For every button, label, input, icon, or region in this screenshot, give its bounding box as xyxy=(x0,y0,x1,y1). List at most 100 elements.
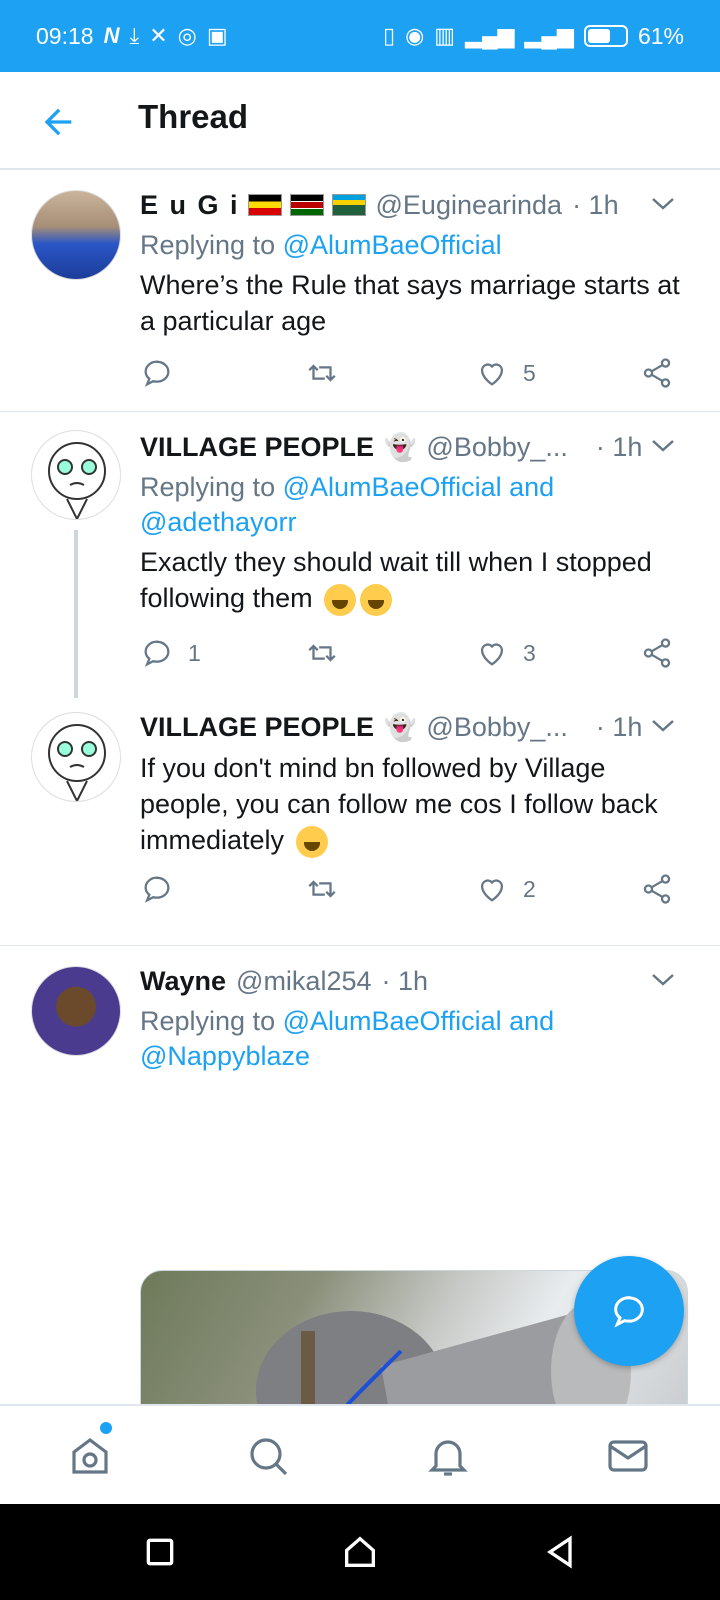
thread-feed[interactable]: E u G i @Euginearinda · 1h Replying to @… xyxy=(0,172,720,1404)
compose-reply-icon xyxy=(614,1296,644,1328)
share-action[interactable] xyxy=(640,872,674,906)
author-name[interactable]: E u G i xyxy=(140,188,240,222)
author-handle[interactable]: @Euginearinda xyxy=(376,188,563,222)
ghost-icon: 👻 xyxy=(384,432,417,462)
hotspot-icon: ◉ xyxy=(405,23,425,48)
author-handle[interactable]: @Bobby_... xyxy=(426,430,568,464)
retweet-action[interactable] xyxy=(305,356,339,390)
tweet-meta: Wayne @mikal254 · 1h xyxy=(140,964,684,998)
author-handle[interactable]: @Bobby_... xyxy=(426,710,568,744)
replying-to: Replying to @AlumBaeOfficial xyxy=(140,228,684,263)
bottom-nav xyxy=(0,1404,720,1504)
sweat-smile-emoji-icon xyxy=(324,583,357,616)
rwanda-flag xyxy=(331,194,366,216)
retweet-action[interactable] xyxy=(305,636,339,670)
reply-count: 1 xyxy=(188,639,201,666)
signal-icon: ▂▄▆ xyxy=(465,23,515,48)
circle-icon: ◎ xyxy=(177,23,197,48)
recents-icon[interactable] xyxy=(140,1532,180,1572)
chevron-down-icon[interactable] xyxy=(650,972,676,988)
like-count: 3 xyxy=(523,639,536,666)
tweet-text: Where’s the Rule that says marriage star… xyxy=(140,270,680,336)
chevron-down-icon[interactable] xyxy=(650,718,676,734)
share-icon xyxy=(643,874,671,904)
home-notification-dot xyxy=(100,1422,112,1434)
author-name[interactable]: VILLAGE PEOPLE xyxy=(140,710,374,744)
search-icon[interactable] xyxy=(244,1432,292,1480)
like-icon xyxy=(480,879,504,902)
like-action[interactable]: 5 xyxy=(475,356,536,390)
author-name[interactable]: Wayne xyxy=(140,964,226,998)
replying-to: Replying to @AlumBaeOfficial and @adetha… xyxy=(140,470,684,540)
reply-icon xyxy=(144,640,170,667)
status-left: 09:18 N ⤓ ✕ ◎ ▣ xyxy=(36,23,228,50)
notifications-icon[interactable] xyxy=(424,1432,472,1480)
retweet-icon xyxy=(308,364,336,382)
meme-face-icon xyxy=(48,442,106,519)
status-right: ▯ ◉ ▥ ▂▄▆ ▂▄▆ 61% xyxy=(383,23,684,50)
like-action[interactable]: 3 xyxy=(475,636,536,670)
share-icon xyxy=(643,358,671,388)
reply-icon xyxy=(144,360,170,387)
share-icon xyxy=(643,638,671,668)
uganda-flag xyxy=(247,194,282,216)
retweet-icon xyxy=(308,880,336,898)
tweet[interactable]: VILLAGE PEOPLE 👻 @Bobby_... · 1h Replyin… xyxy=(0,414,720,698)
chevron-down-icon[interactable] xyxy=(650,438,676,454)
kenya-flag xyxy=(289,194,324,216)
tweet-meta: VILLAGE PEOPLE 👻 @Bobby_... · 1h xyxy=(140,430,684,464)
reply-action[interactable] xyxy=(140,872,174,906)
tweet[interactable]: E u G i @Euginearinda · 1h Replying to @… xyxy=(0,172,720,412)
chevron-down-icon[interactable] xyxy=(650,196,676,212)
download-icon: ⤓ xyxy=(129,23,140,48)
tweet-text-body: Exactly they should wait till when I sto… xyxy=(140,547,652,613)
tweet-text: If you don't mind bn followed by Village… xyxy=(140,750,684,858)
wink-emoji-icon xyxy=(295,825,328,858)
x-app-icon: ✕ xyxy=(149,23,168,48)
like-count: 2 xyxy=(523,875,536,902)
tweet[interactable]: VILLAGE PEOPLE 👻 @Bobby_... · 1h If you … xyxy=(0,698,720,946)
reply-action[interactable]: 1 xyxy=(140,636,201,670)
avatar[interactable] xyxy=(31,966,121,1056)
tweet-text-body: If you don't mind bn followed by Village… xyxy=(140,753,658,855)
author-handle[interactable]: @mikal254 xyxy=(236,964,371,998)
tweet-actions: 1 3 xyxy=(140,636,684,676)
tweet-actions: 5 xyxy=(140,356,684,396)
compose-reply-button[interactable] xyxy=(574,1256,684,1366)
author-name[interactable]: VILLAGE PEOPLE xyxy=(140,430,374,464)
tweet-time: · 1h xyxy=(381,966,429,996)
back-system-icon[interactable] xyxy=(540,1532,580,1572)
replying-prefix: Replying to xyxy=(140,230,283,260)
share-action[interactable] xyxy=(640,356,674,390)
like-icon xyxy=(480,643,504,666)
tweet-time: · 1h xyxy=(595,432,643,462)
home-system-icon[interactable] xyxy=(340,1532,380,1572)
retweet-action[interactable] xyxy=(305,872,339,906)
share-action[interactable] xyxy=(640,636,674,670)
home-icon[interactable] xyxy=(66,1432,114,1480)
replying-to-link[interactable]: @AlumBaeOfficial xyxy=(283,230,502,260)
back-arrow-icon[interactable] xyxy=(38,102,78,142)
status-time: 09:18 xyxy=(36,22,94,49)
phone-icon: ▯ xyxy=(382,23,396,48)
tweet-time: · 1h xyxy=(572,190,619,220)
replying-prefix: Replying to xyxy=(140,1006,283,1036)
avatar[interactable] xyxy=(31,190,121,280)
battery-icon xyxy=(583,25,628,47)
vibrate-icon: ▥ xyxy=(434,23,456,48)
netflix-icon: N xyxy=(103,23,120,48)
image-icon: ▣ xyxy=(206,23,228,48)
replying-prefix: Replying to xyxy=(140,472,283,502)
avatar[interactable] xyxy=(31,712,121,802)
messages-icon[interactable] xyxy=(604,1432,652,1480)
sweat-smile-emoji-icon xyxy=(360,583,393,616)
replying-to: Replying to @AlumBaeOfficial and @Nappyb… xyxy=(140,1004,684,1074)
tweet-actions: 2 xyxy=(140,872,684,912)
signal-2-icon: ▂▄▆ xyxy=(524,23,574,48)
tweet-time: · 1h xyxy=(595,712,643,742)
avatar[interactable] xyxy=(31,430,121,520)
like-action[interactable]: 2 xyxy=(475,872,536,906)
system-nav-bar xyxy=(0,1504,720,1600)
reply-action[interactable] xyxy=(140,356,174,390)
thread-connector xyxy=(74,530,78,698)
